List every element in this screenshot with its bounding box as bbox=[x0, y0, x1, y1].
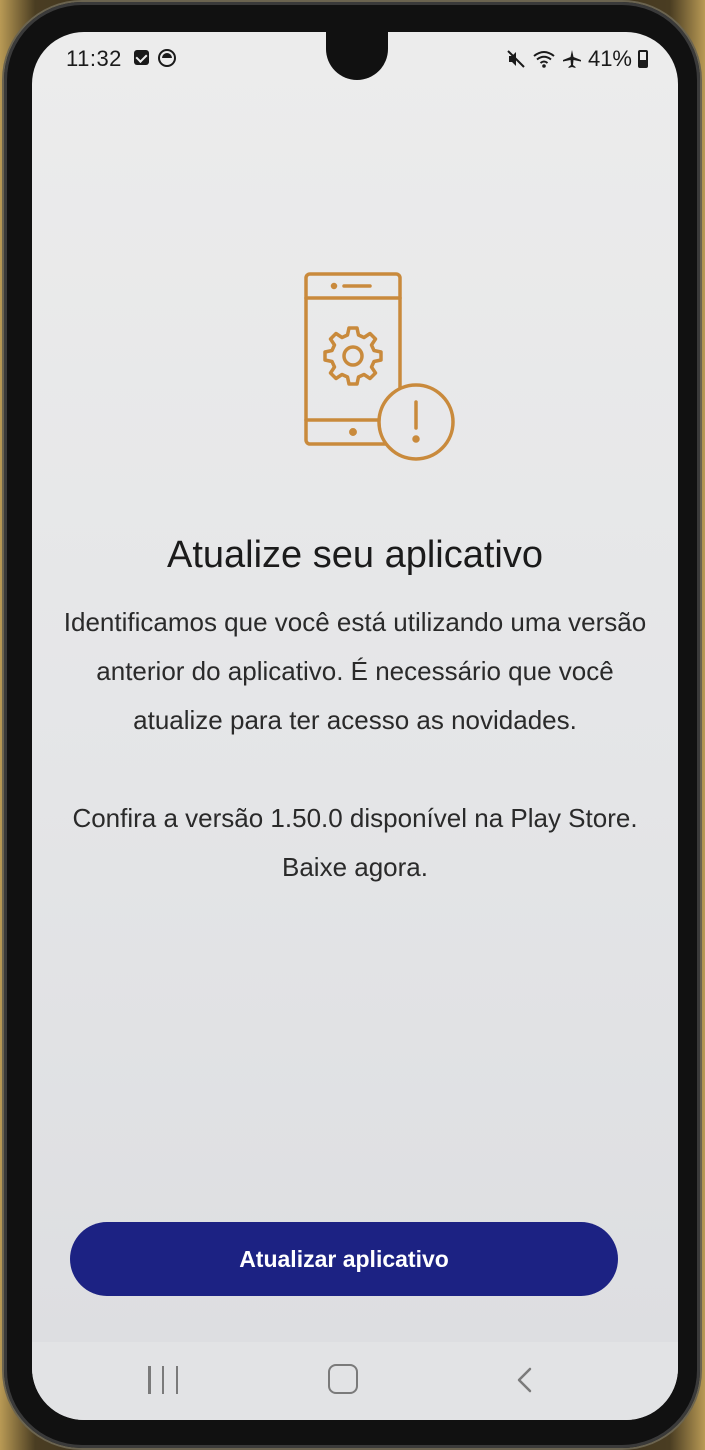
update-app-button[interactable]: Atualizar aplicativo bbox=[70, 1222, 618, 1296]
recents-icon[interactable] bbox=[148, 1366, 178, 1394]
home-icon[interactable] bbox=[328, 1364, 358, 1394]
phone-settings-warning-icon bbox=[304, 272, 455, 461]
checkbox-notification-icon bbox=[134, 50, 149, 65]
version-note: Confira a versão 1.50.0 disponível na Pl… bbox=[72, 803, 638, 882]
airplane-mode-icon bbox=[562, 50, 581, 68]
status-right-icons: 41% bbox=[506, 46, 648, 72]
battery-icon bbox=[638, 50, 648, 68]
phone-frame: 11:32 41% Atualize seu aplicativo Identi… bbox=[4, 2, 700, 1448]
battery-percentage: 41% bbox=[587, 46, 632, 71]
circle-notification-icon bbox=[158, 49, 176, 67]
mute-icon bbox=[507, 50, 525, 68]
app-screen: 11:32 41% Atualize seu aplicativo Identi… bbox=[32, 32, 678, 1420]
wifi-icon bbox=[533, 51, 555, 68]
status-time: 11:32 bbox=[66, 46, 122, 71]
back-icon[interactable] bbox=[512, 1366, 538, 1394]
navigation-bar bbox=[32, 1342, 678, 1420]
page-title: Atualize seu aplicativo bbox=[167, 534, 543, 576]
update-message: Identificamos que você está utilizando u… bbox=[63, 607, 647, 735]
